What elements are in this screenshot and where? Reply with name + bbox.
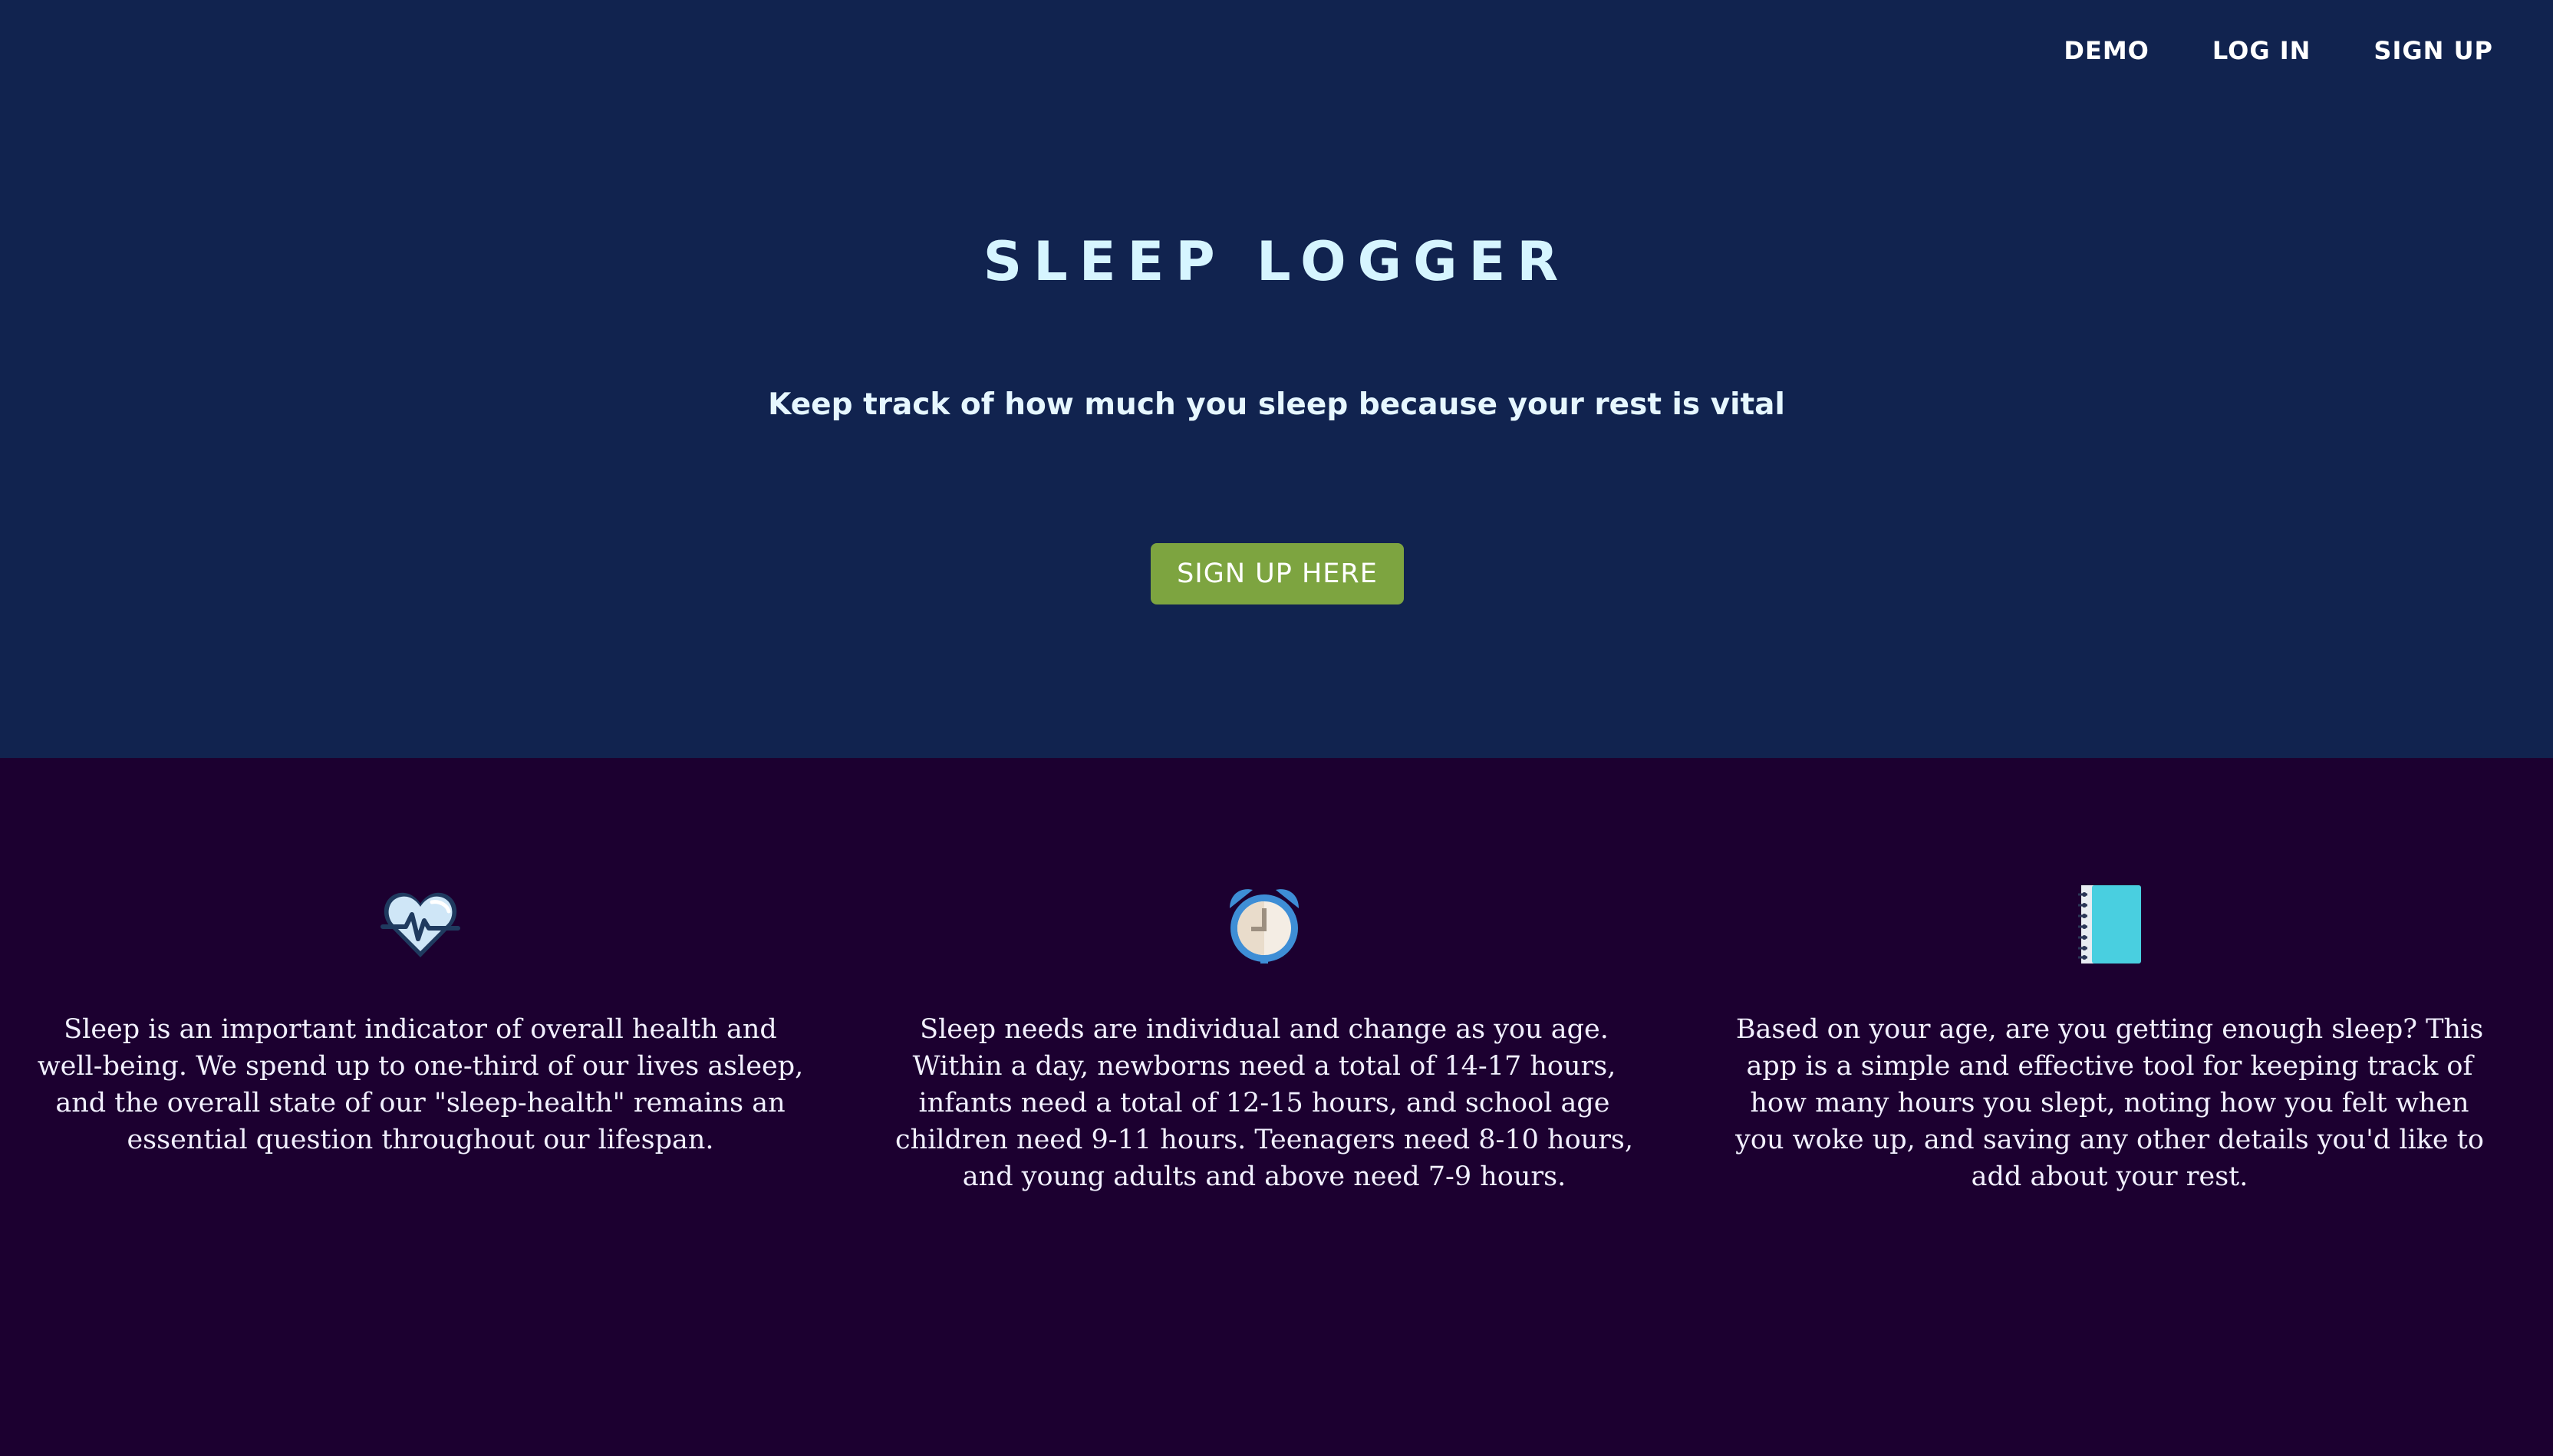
hero-subtitle: Keep track of how much you sleep because… [768, 387, 1785, 422]
alarm-clock-icon [1230, 889, 1299, 964]
nav-login-link[interactable]: LOG IN [2212, 34, 2311, 68]
feature-health-text: Sleep is an important indicator of overa… [37, 1014, 804, 1155]
nav-signup-link[interactable]: SIGN UP [2373, 34, 2493, 68]
feature-tracking-text: Based on your age, are you getting enoug… [1735, 1014, 2484, 1192]
features-section: Sleep is an important indicator of overa… [0, 758, 2553, 1456]
nav-demo-link[interactable]: DEMO [2064, 34, 2149, 68]
page-title: SLEEP LOGGER [983, 230, 1570, 293]
notebook-icon [2078, 885, 2141, 964]
heart-pulse-icon [380, 892, 460, 957]
hero-section: DEMO LOG IN SIGN UP SLEEP LOGGER Keep tr… [0, 0, 2553, 758]
sign-up-here-button[interactable]: SIGN UP HERE [1151, 543, 1404, 604]
top-nav: DEMO LOG IN SIGN UP [2064, 34, 2493, 68]
feature-sleep-needs-text: Sleep needs are individual and change as… [894, 1014, 1634, 1192]
